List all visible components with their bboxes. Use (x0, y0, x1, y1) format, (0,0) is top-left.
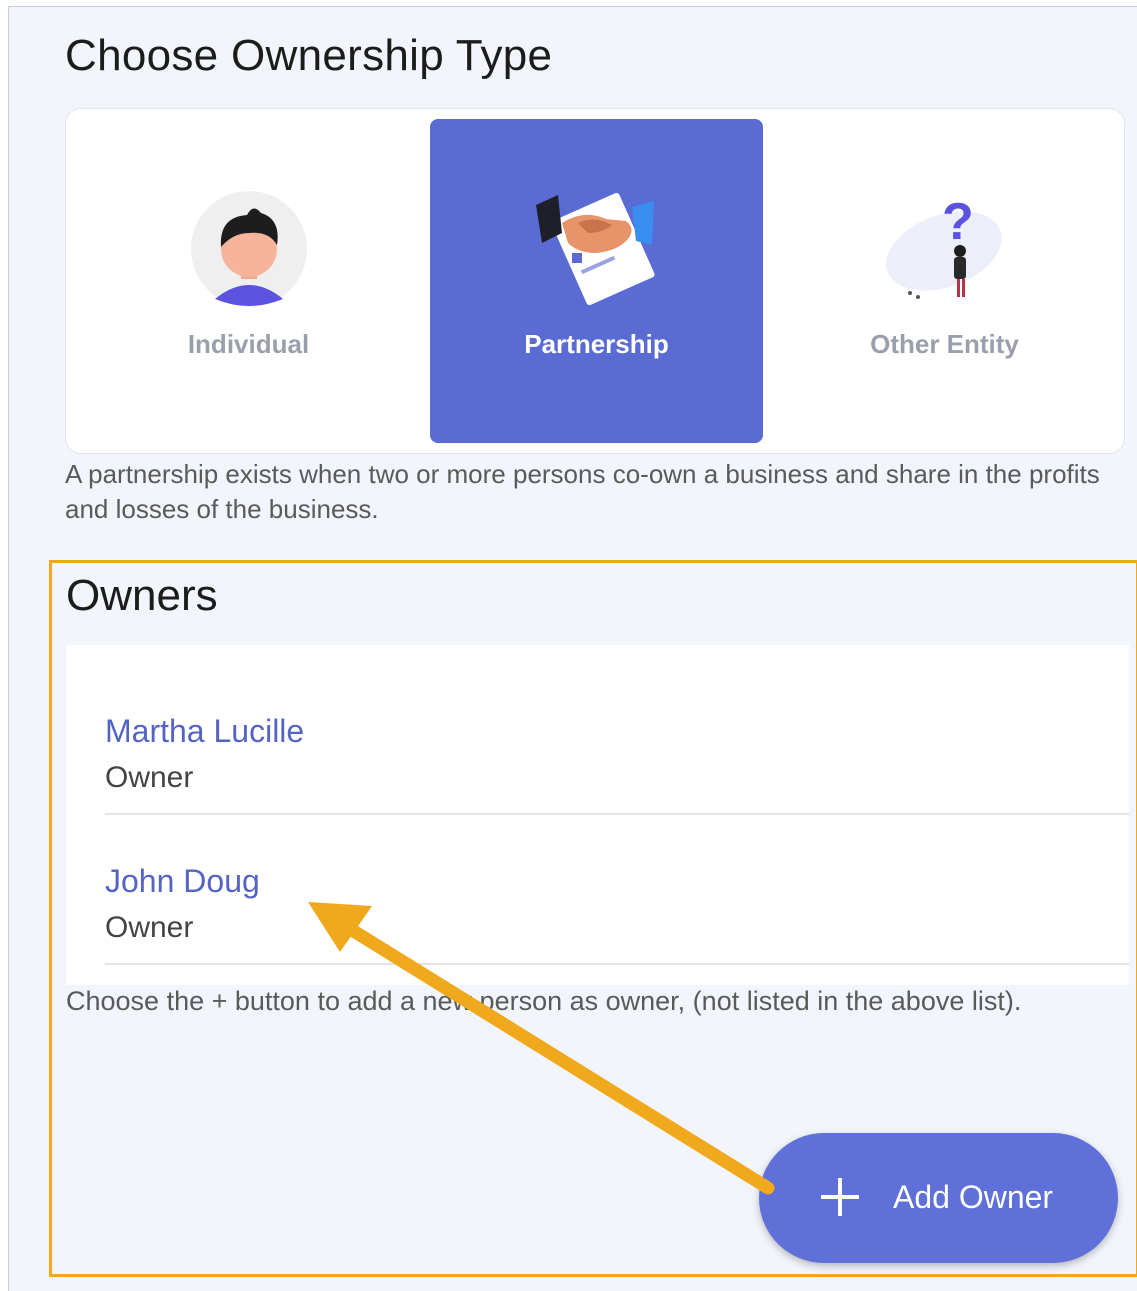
ownership-option-other-entity[interactable]: ? Other Entity (778, 119, 1111, 443)
owner-role: Owner (105, 911, 194, 944)
list-item[interactable]: John Doug Owner (105, 815, 1129, 965)
handshake-icon (532, 189, 662, 314)
owners-list: Martha Lucille Owner John Doug Owner (66, 645, 1129, 985)
add-owner-button[interactable]: Add Owner (759, 1133, 1118, 1263)
owners-title: Owners (66, 571, 218, 620)
person-avatar-icon (189, 189, 309, 314)
owner-name[interactable]: Martha Lucille (105, 713, 304, 750)
ownership-option-label: Individual (187, 329, 310, 359)
owner-name[interactable]: John Doug (105, 863, 260, 900)
ownership-option-individual[interactable]: Individual (82, 119, 415, 443)
ownership-option-label: Other Entity (870, 329, 1019, 359)
owner-role: Owner (105, 761, 194, 794)
add-owner-button-label: Add Owner (893, 1179, 1054, 1215)
plus-icon (821, 1178, 859, 1216)
list-item[interactable]: Martha Lucille Owner (105, 665, 1129, 815)
question-person-icon: ? (880, 189, 1010, 314)
ownership-type-description: A partnership exists when two or more pe… (65, 459, 1100, 524)
add-owner-hint: Choose the + button to add a new person … (66, 986, 1022, 1016)
ownership-option-label: Partnership (524, 329, 669, 359)
ownership-option-partnership[interactable]: Partnership (430, 119, 763, 443)
page-title: Choose Ownership Type (65, 31, 553, 80)
page: Choose Ownership Type Individual Partner… (8, 6, 1137, 1291)
svg-text:?: ? (942, 193, 974, 251)
ownership-type-selector: Individual Partnership ? Other Entity (65, 108, 1125, 454)
owners-section: Owners Martha Lucille Owner John Doug Ow… (49, 560, 1137, 1277)
